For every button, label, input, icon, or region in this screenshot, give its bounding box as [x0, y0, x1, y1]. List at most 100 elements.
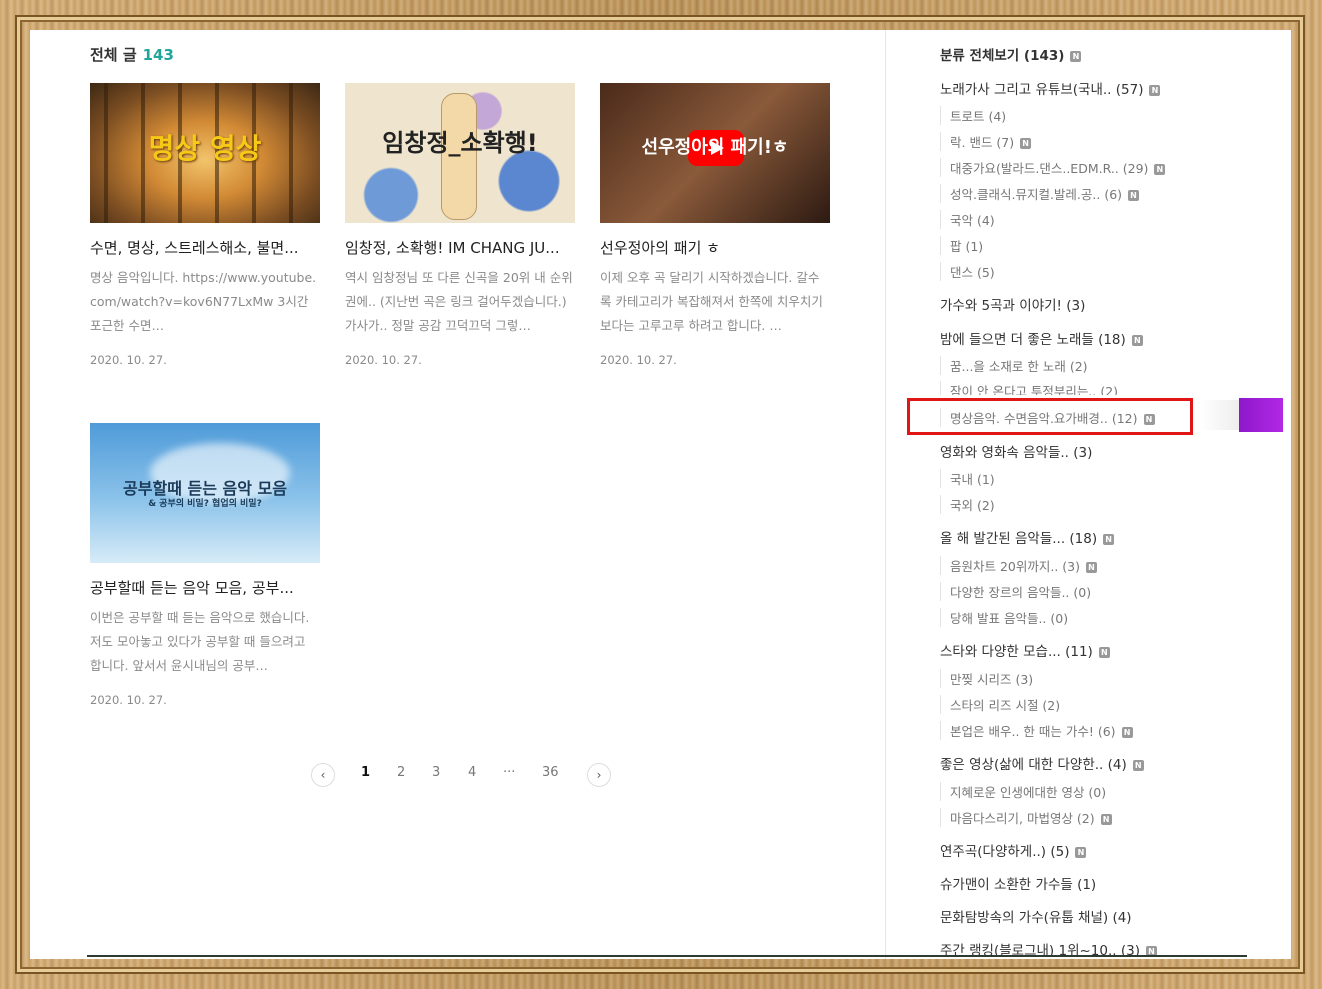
subcategory-item[interactable]: 댄스 (5) [940, 262, 995, 281]
post-list-area: 전체 글 143 명상 영상 수면, 명상, 스트레스해소, 불면... 명상 음… [30, 30, 885, 959]
new-badge-icon: N [1128, 190, 1140, 201]
post-thumbnail[interactable]: 선우정아의 패기!ㅎ [600, 83, 830, 223]
new-badge-icon: N [1075, 847, 1087, 858]
category-label: 노래가사 그리고 유튜브(국내.. (57) [940, 82, 1144, 98]
subcategory-label: 마음다스리기, 마법영상 (2) [950, 811, 1095, 826]
post-excerpt[interactable]: 이제 오후 곡 달리기 시작하겠습니다. 갈수록 카테고리가 복잡해져서 한쪽에… [600, 266, 828, 338]
heading-label: 전체 글 [90, 46, 137, 64]
subcategory-label: 지혜로운 인생에대한 영상 (0) [950, 785, 1107, 800]
purple-side-tab[interactable] [1239, 398, 1283, 432]
thumbnail-subcaption: & 공부의 비밀? 협업의 비밀? [148, 499, 262, 509]
category-all-label: 분류 전체보기 (143) [940, 48, 1065, 64]
page-ellipsis: ··· [503, 765, 516, 780]
category-all[interactable]: 분류 전체보기 (143) N [940, 44, 1082, 64]
post-title[interactable]: 선우정아의 패기 ㅎ [600, 237, 830, 258]
subcategory-item[interactable]: 다양한 장르의 음악들.. (0) [940, 582, 1091, 601]
category-item[interactable]: 노래가사 그리고 유튜브(국내.. (57) N [940, 78, 1161, 98]
post-excerpt[interactable]: 명상 음악입니다. https://www.youtube.com/watch?… [90, 266, 318, 338]
post-card[interactable]: 임창정_소확행! 임창정, 소확행! IM CHANG JU... 역시 임창정… [345, 83, 577, 367]
category-item[interactable]: 슈가맨이 소환한 가수들 (1) [940, 873, 1096, 893]
next-page-button[interactable]: › [587, 763, 611, 787]
post-list-heading: 전체 글 143 [90, 44, 174, 65]
post-title[interactable]: 수면, 명상, 스트레스해소, 불면... [90, 237, 320, 258]
page-36[interactable]: 36 [542, 765, 559, 780]
subcategory-label: 만찢 시리즈 (3) [950, 672, 1034, 687]
sidebar-hover-tab [1200, 400, 1240, 430]
category-item[interactable]: 밤에 들으면 더 좋은 노래들 (18) N [940, 328, 1143, 348]
category-item[interactable]: 가수와 5곡과 이야기! (3) [940, 294, 1085, 314]
thumbnail-caption: 임창정_소확행! [382, 129, 538, 157]
page-4[interactable]: 4 [468, 765, 476, 780]
category-item[interactable]: 연주곡(다양하게..) (5) N [940, 840, 1087, 860]
subcategory-item[interactable]: 스타의 리즈 시절 (2) [940, 695, 1060, 714]
subcategory-label: 성악.클래식.뮤지컬.발레.공.. (6) [950, 187, 1123, 202]
post-title[interactable]: 공부할때 듣는 음악 모음, 공부... [90, 577, 320, 598]
category-item[interactable]: 올 해 발간된 음악들... (18) N [940, 527, 1115, 547]
category-item[interactable]: 영화와 영화속 음악들.. (3) [940, 441, 1092, 461]
subcategory-item[interactable]: 본업은 배우.. 한 때는 가수! (6) N [940, 721, 1133, 740]
category-label: 영화와 영화속 음악들.. (3) [940, 445, 1093, 461]
thumbnail-caption: 명상 영상 [148, 132, 262, 165]
post-date: 2020. 10. 27. [90, 693, 167, 707]
subcategory-label: 당해 발표 음악들.. (0) [950, 611, 1069, 626]
new-badge-icon: N [1132, 760, 1144, 771]
subcategory-item[interactable]: 꿈...을 소재로 한 노래 (2) [940, 356, 1088, 375]
pagination: ‹ 1 2 3 4 ··· 36 › [311, 763, 611, 789]
subcategory-item[interactable]: 잠이 안 온다고 투정부리는.. (2) [940, 381, 1118, 395]
subcategory-item[interactable]: 국악 (4) [940, 210, 995, 229]
subcategory-label: 본업은 배우.. 한 때는 가수! (6) [950, 724, 1116, 739]
subcategory-label: 댄스 (5) [950, 265, 995, 280]
subcategory-label: 트로트 (4) [950, 109, 1007, 124]
subcategory-item[interactable]: 팝 (1) [940, 236, 983, 255]
post-card[interactable]: 선우정아의 패기!ㅎ 선우정아의 패기 ㅎ 이제 오후 곡 달리기 시작하겠습니… [600, 83, 832, 367]
subcategory-item[interactable]: 지혜로운 인생에대한 영상 (0) [940, 782, 1106, 801]
new-badge-icon: N [1121, 727, 1133, 738]
category-item[interactable]: 문화탐방속의 가수(유툽 채널) (4) [940, 906, 1132, 926]
page-3[interactable]: 3 [432, 765, 440, 780]
post-date: 2020. 10. 27. [345, 353, 422, 367]
subcategory-item[interactable]: 국외 (2) [940, 495, 995, 514]
subcategory-item[interactable]: 음원차트 20위까지.. (3) N [940, 556, 1098, 575]
post-thumbnail[interactable]: 명상 영상 [90, 83, 320, 223]
subcategory-item[interactable]: 당해 발표 음악들.. (0) [940, 608, 1068, 627]
subcategory-item[interactable]: 락. 밴드 (7) N [940, 132, 1032, 151]
subcategory-item[interactable]: 성악.클래식.뮤지컬.발레.공.. (6) N [940, 184, 1140, 203]
category-item[interactable]: 스타와 다양한 모습... (11) N [940, 640, 1110, 660]
subcategory-item[interactable]: 만찢 시리즈 (3) [940, 669, 1033, 688]
bottom-rule [87, 955, 1247, 957]
post-count: 143 [142, 46, 174, 64]
subcategory-item[interactable]: 국내 (1) [940, 469, 995, 488]
subcategory-label: 꿈...을 소재로 한 노래 (2) [950, 359, 1088, 374]
post-thumbnail[interactable]: 임창정_소확행! [345, 83, 575, 223]
subcategory-label: 스타의 리즈 시절 (2) [950, 698, 1061, 713]
page-canvas: 전체 글 143 명상 영상 수면, 명상, 스트레스해소, 불면... 명상 음… [30, 30, 1291, 959]
category-label: 스타와 다양한 모습... (11) [940, 644, 1093, 660]
subcategory-item[interactable]: 대중가요(발라드.댄스..EDM.R.. (29) N [940, 158, 1166, 177]
category-label: 좋은 영상(삶에 대한 다양한.. (4) [940, 757, 1127, 773]
new-badge-icon: N [1098, 647, 1110, 658]
subcategory-item[interactable]: 마음다스리기, 마법영상 (2) N [940, 808, 1112, 827]
post-excerpt[interactable]: 역시 임창정님 또 다른 신곡을 20위 내 순위권에.. (지난번 곡은 링크… [345, 266, 573, 338]
thumbnail-caption: 선우정아의 패기!ㅎ [641, 137, 789, 158]
subcategory-item[interactable]: 트로트 (4) [940, 106, 1006, 125]
post-thumbnail[interactable]: 공부할때 듣는 음악 모음 & 공부의 비밀? 협업의 비밀? [90, 423, 320, 563]
category-item[interactable]: 좋은 영상(삶에 대한 다양한.. (4) N [940, 753, 1144, 773]
post-card[interactable]: 공부할때 듣는 음악 모음 & 공부의 비밀? 협업의 비밀? 공부할때 듣는 … [90, 423, 322, 707]
new-badge-icon: N [1020, 138, 1032, 149]
highlight-box [907, 398, 1193, 435]
new-badge-icon: N [1070, 51, 1082, 62]
subcategory-label: 락. 밴드 (7) [950, 135, 1015, 150]
post-excerpt[interactable]: 이번은 공부할 때 듣는 음악으로 했습니다. 저도 모아놓고 있다가 공부할 … [90, 606, 318, 678]
page-2[interactable]: 2 [397, 765, 405, 780]
page-1[interactable]: 1 [361, 765, 370, 780]
subcategory-label: 국악 (4) [950, 213, 995, 228]
prev-page-button[interactable]: ‹ [311, 763, 335, 787]
category-label: 문화탐방속의 가수(유툽 채널) (4) [940, 910, 1132, 926]
category-label: 올 해 발간된 음악들... (18) [940, 531, 1098, 547]
category-label: 가수와 5곡과 이야기! (3) [940, 298, 1086, 314]
new-badge-icon: N [1131, 335, 1143, 346]
post-title[interactable]: 임창정, 소확행! IM CHANG JU... [345, 237, 575, 258]
subcategory-label: 대중가요(발라드.댄스..EDM.R.. (29) [950, 161, 1149, 176]
subcategory-label: 음원차트 20위까지.. (3) [950, 559, 1081, 574]
post-card[interactable]: 명상 영상 수면, 명상, 스트레스해소, 불면... 명상 음악입니다. ht… [90, 83, 322, 367]
